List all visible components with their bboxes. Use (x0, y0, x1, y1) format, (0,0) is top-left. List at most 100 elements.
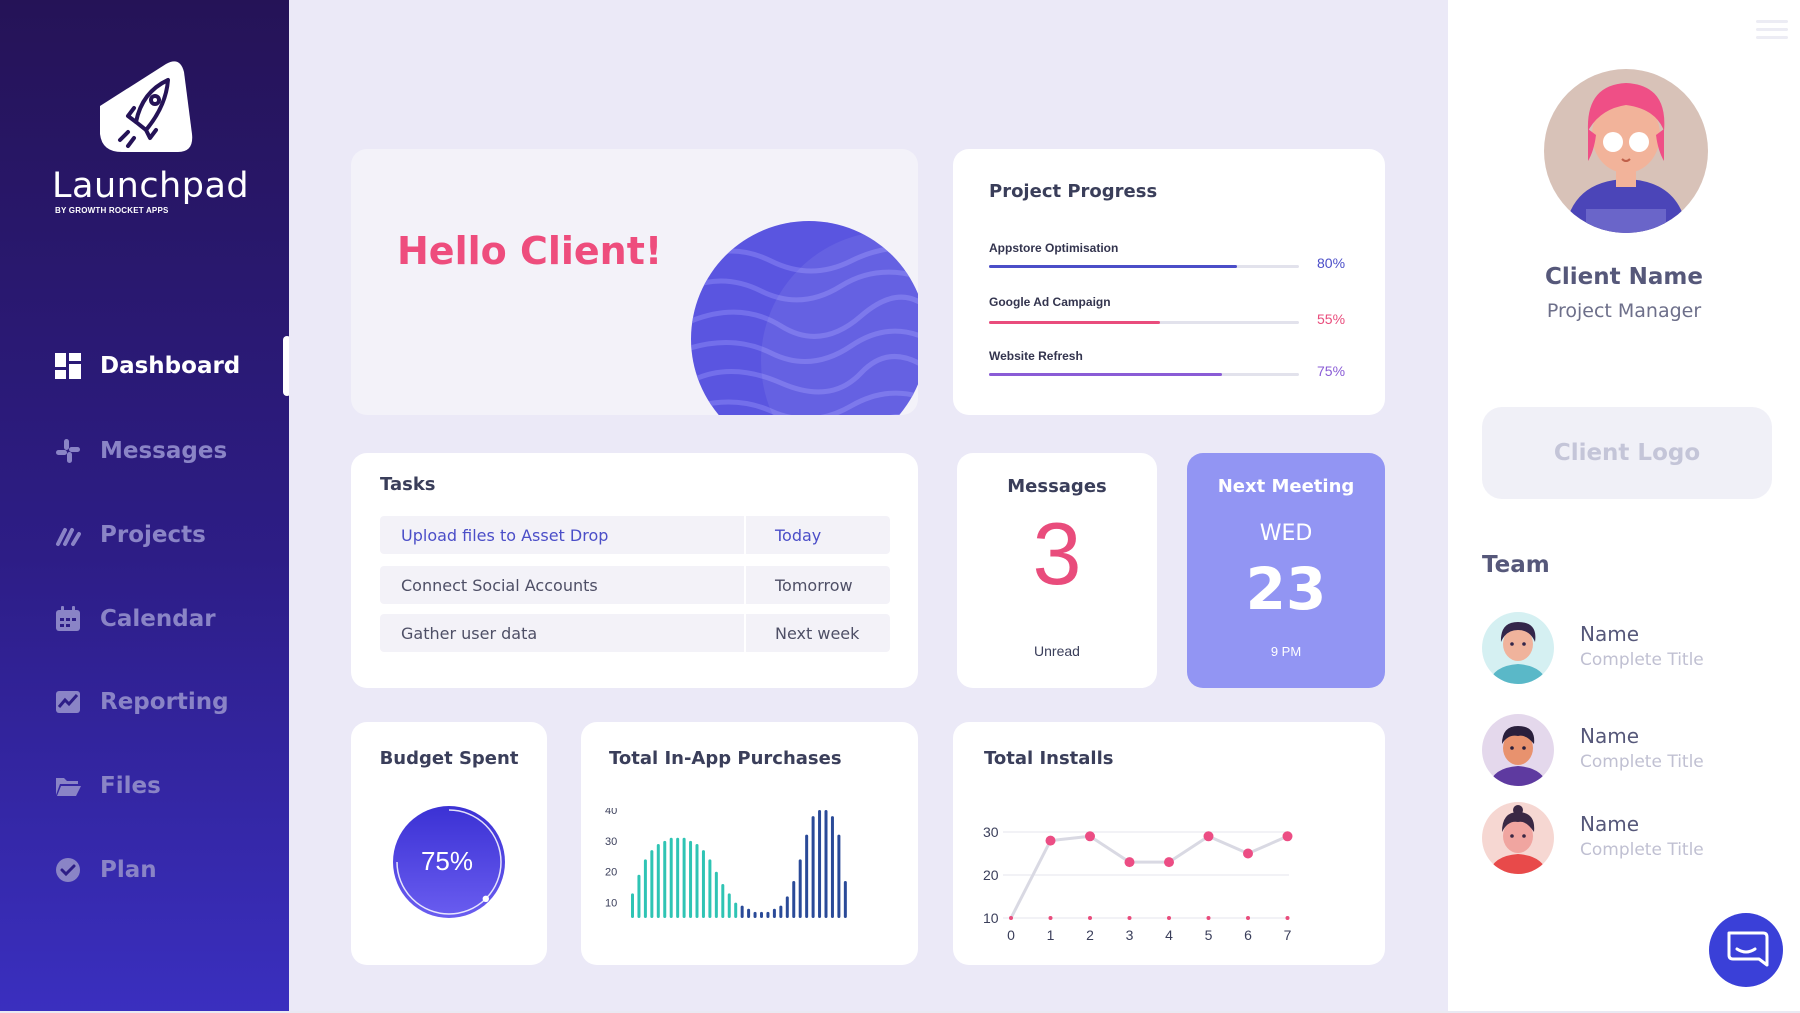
baseline-point (1048, 916, 1053, 920)
chart-bar (779, 905, 783, 918)
client-name: Client Name (1545, 264, 1703, 290)
calendar-icon (54, 605, 82, 633)
baseline-point (1246, 916, 1250, 920)
data-point (1243, 848, 1253, 859)
installs-line (1009, 834, 1289, 919)
client-logo-label: Client Logo (1553, 440, 1701, 466)
nav-reporting[interactable]: Reporting (54, 682, 229, 722)
task-due: Today (775, 526, 822, 545)
baseline-point (1167, 916, 1171, 920)
nav-calendar[interactable]: Calendar (54, 599, 216, 639)
in-app-purchases-card: Total In-App Purchases 40 30 20 10 (581, 722, 918, 965)
chart-bar (727, 893, 731, 918)
team-member[interactable]: Name Complete Title (1482, 714, 1782, 786)
progress-value: 75% (1317, 363, 1346, 379)
welcome-greeting: Hello Client! (397, 229, 663, 273)
client-logo-placeholder: Client Logo (1482, 407, 1772, 499)
progress-label: Google Ad Campaign (989, 295, 1111, 309)
x-tick-label: 2 (1086, 927, 1094, 943)
planet-illustration (691, 221, 918, 415)
chart-bar (811, 816, 815, 918)
task-due: Tomorrow (775, 576, 853, 595)
installs-chart: 30 20 10 0 1 2 3 4 5 6 7 (983, 824, 1293, 943)
next-meeting-card[interactable]: Next Meeting WED 23 9 PM (1187, 453, 1385, 688)
hamburger-menu-icon[interactable] (1756, 20, 1788, 44)
progress-value: 55% (1317, 311, 1346, 327)
team-avatar (1482, 612, 1554, 684)
chart-bar (643, 859, 647, 918)
progress-track (989, 265, 1299, 268)
purchases-title: Total In-App Purchases (609, 748, 842, 769)
data-point (1203, 831, 1214, 842)
chart-bar (766, 911, 770, 918)
task-row[interactable]: Gather user data Next week (380, 614, 890, 652)
baseline-point (1009, 916, 1013, 920)
installs-title: Total Installs (984, 748, 1114, 769)
progress-fill (989, 321, 1160, 324)
tasks-title: Tasks (380, 474, 436, 495)
chat-button[interactable] (1709, 913, 1783, 987)
baseline-point (1285, 916, 1290, 920)
chart-bar (631, 893, 634, 918)
nav-label: Calendar (100, 606, 216, 632)
team-avatar (1482, 714, 1554, 786)
y-tick-label: 10 (983, 910, 999, 926)
member-title: Complete Title (1580, 840, 1704, 860)
member-name: Name (1580, 622, 1640, 646)
nav-files[interactable]: Files (54, 766, 161, 806)
chart-bar (740, 905, 744, 918)
baseline-point (1088, 916, 1092, 920)
nav-projects[interactable]: Projects (54, 515, 206, 555)
dashboard-icon (54, 352, 82, 380)
task-divider (744, 516, 746, 554)
slack-icon (54, 437, 82, 465)
chart-bar (753, 911, 757, 918)
folder-icon (54, 772, 82, 800)
budget-gauge: 75% (393, 806, 505, 918)
chart-bar (689, 840, 693, 918)
chart-bar (663, 840, 667, 918)
nav-dashboard[interactable]: Dashboard (54, 346, 240, 386)
brand-name: Launchpad (52, 166, 250, 206)
progress-track (989, 321, 1299, 324)
member-title: Complete Title (1580, 752, 1704, 772)
task-row[interactable]: Connect Social Accounts Tomorrow (380, 566, 890, 604)
chart-icon (54, 688, 82, 716)
meeting-day: WED (1259, 521, 1313, 546)
member-title: Complete Title (1580, 650, 1704, 670)
progress-track (989, 373, 1299, 376)
nav-plan[interactable]: Plan (54, 850, 157, 890)
chart-bar (714, 871, 718, 918)
nav-label: Plan (100, 857, 157, 883)
team-member[interactable]: Name Complete Title (1482, 802, 1782, 874)
task-divider (744, 614, 746, 652)
chart-bar (805, 834, 809, 918)
y-tick-label: 30 (605, 836, 617, 848)
project-progress-card: Project Progress Appstore Optimisation 8… (953, 149, 1385, 415)
client-avatar (1544, 69, 1708, 233)
progress-label: Appstore Optimisation (989, 241, 1119, 255)
team-member[interactable]: Name Complete Title (1482, 612, 1782, 684)
nav-messages[interactable]: Messages (54, 431, 227, 471)
task-row[interactable]: Upload files to Asset Drop Today (380, 516, 890, 554)
sidebar: Launchpad BY GROWTH ROCKET APPS Dashboar… (0, 0, 291, 1013)
x-tick-label: 5 (1205, 927, 1213, 943)
messages-title: Messages (1007, 476, 1107, 497)
meeting-date: 23 (1245, 555, 1327, 623)
projects-icon (54, 521, 82, 549)
data-point (1045, 835, 1056, 846)
main-content: Hello Client! Project Progress Appstore … (289, 0, 1448, 1013)
chart-bar (747, 908, 751, 918)
chart-bar (721, 884, 725, 918)
progress-label: Website Refresh (989, 349, 1083, 363)
data-point (1085, 831, 1095, 842)
team-title: Team (1482, 552, 1550, 578)
nav-label: Messages (100, 438, 228, 464)
member-name: Name (1580, 812, 1640, 836)
data-point (1282, 831, 1293, 842)
budget-value: 75% (421, 846, 473, 876)
progress-fill (989, 265, 1237, 268)
chart-bar (772, 908, 776, 918)
budget-card: Budget Spent 75% (351, 722, 547, 965)
messages-card[interactable]: Messages 3 Unread (957, 453, 1157, 688)
